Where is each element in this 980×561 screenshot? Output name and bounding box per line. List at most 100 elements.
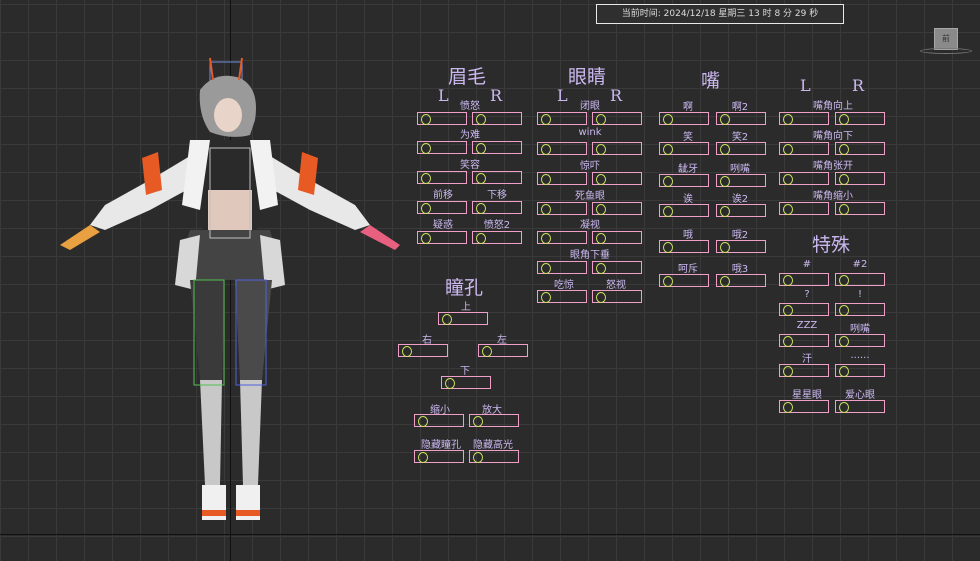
- eyes-control-slider[interactable]: [592, 290, 642, 303]
- eyebrows-title: 眉毛: [448, 66, 487, 88]
- mouth-control-slider[interactable]: [716, 142, 766, 155]
- mouth-control-slider[interactable]: [659, 142, 709, 155]
- mouth-control-slider[interactable]: [716, 174, 766, 187]
- eyebrows-L-label: L: [438, 86, 449, 105]
- eyes-L-label: L: [557, 86, 568, 105]
- mouth-label: 笑: [683, 132, 693, 143]
- character-model[interactable]: [50, 40, 420, 540]
- special-control-slider[interactable]: [835, 400, 885, 413]
- eyes-label: wink: [578, 127, 602, 138]
- eyes-control-slider[interactable]: [592, 231, 642, 244]
- view-cube-ring[interactable]: [920, 48, 972, 54]
- eyebrows-label: 疑惑: [433, 220, 453, 231]
- mouth-control-slider[interactable]: [659, 274, 709, 287]
- special-control-slider[interactable]: [779, 364, 829, 377]
- mouth_corners-control-slider[interactable]: [779, 172, 829, 185]
- eyebrows-control-slider[interactable]: [472, 231, 522, 244]
- mouth-label: 啊: [683, 102, 693, 113]
- eyes-control-slider[interactable]: [592, 142, 642, 155]
- eyes-label: 眼角下垂: [570, 250, 610, 261]
- eyes-control-slider[interactable]: [592, 261, 642, 274]
- mouth-label: 啊2: [731, 102, 749, 113]
- special-label: 汗: [802, 354, 812, 365]
- special-label: 爱心眼: [845, 390, 875, 401]
- mouth-control-slider[interactable]: [716, 112, 766, 125]
- eyebrows-control-slider[interactable]: [417, 112, 467, 125]
- special-control-slider[interactable]: [779, 400, 829, 413]
- eyebrows-control-slider[interactable]: [472, 112, 522, 125]
- special-label: ?: [804, 289, 810, 300]
- eyes-control-slider[interactable]: [537, 261, 587, 274]
- mouth-label: 哦3: [731, 264, 749, 275]
- mouth-corners-L-label: L: [800, 76, 811, 95]
- eyes-label: 吃惊: [554, 280, 574, 291]
- special-title: 特殊: [812, 234, 851, 256]
- eyes-control-slider[interactable]: [592, 172, 642, 185]
- eyes-control-slider[interactable]: [592, 202, 642, 215]
- mouth-corners-R-label: R: [852, 76, 865, 95]
- mouth_corners-control-slider[interactable]: [779, 202, 829, 215]
- special-control-slider[interactable]: [835, 273, 885, 286]
- mouth_corners-control-slider[interactable]: [835, 112, 885, 125]
- eyebrows-control-slider[interactable]: [472, 171, 522, 184]
- special-control-slider[interactable]: [835, 334, 885, 347]
- mouth-control-slider[interactable]: [659, 240, 709, 253]
- special-label: ......: [850, 350, 870, 361]
- mouth-title: 嘴: [701, 70, 721, 92]
- mouth_corners-label: 嘴角缩小: [813, 191, 853, 202]
- mouth-label: 诶2: [731, 194, 749, 205]
- pupils-control-slider[interactable]: [438, 312, 488, 325]
- eyes-control-slider[interactable]: [537, 290, 587, 303]
- eyebrows-control-slider[interactable]: [417, 171, 467, 184]
- eyebrows-control-slider[interactable]: [472, 201, 522, 214]
- pupils-control-slider[interactable]: [441, 376, 491, 389]
- mouth_corners-label: 嘴角向下: [813, 131, 853, 142]
- pupils-label: 下: [460, 366, 470, 377]
- pupils-label: 隐藏高光: [473, 440, 513, 451]
- eyebrows-control-slider[interactable]: [417, 201, 467, 214]
- pupils-control-slider[interactable]: [398, 344, 448, 357]
- mouth_corners-control-slider[interactable]: [779, 112, 829, 125]
- special-control-slider[interactable]: [779, 334, 829, 347]
- mouth-control-slider[interactable]: [659, 174, 709, 187]
- eyes-control-slider[interactable]: [537, 172, 587, 185]
- eyebrows-control-slider[interactable]: [417, 141, 467, 154]
- pupils-control-slider[interactable]: [414, 450, 464, 463]
- eyes-control-slider[interactable]: [592, 112, 642, 125]
- eyes-control-slider[interactable]: [537, 142, 587, 155]
- eyes-control-slider[interactable]: [537, 231, 587, 244]
- eyes-control-slider[interactable]: [537, 112, 587, 125]
- mouth_corners-control-slider[interactable]: [779, 142, 829, 155]
- special-label: #: [802, 259, 812, 270]
- eyebrows-label: 愤怒2: [483, 220, 511, 231]
- special-control-slider[interactable]: [779, 303, 829, 316]
- mouth-label: 哦: [683, 230, 693, 241]
- eyebrows-label: 愤怒: [460, 101, 480, 112]
- pupils-control-slider[interactable]: [469, 414, 519, 427]
- eyes-title: 眼睛: [568, 66, 607, 88]
- eyebrows-label: 下移: [487, 190, 507, 201]
- pupils-control-slider[interactable]: [478, 344, 528, 357]
- eyes-label: 惊吓: [580, 161, 600, 172]
- mouth_corners-control-slider[interactable]: [835, 202, 885, 215]
- mouth-control-slider[interactable]: [659, 112, 709, 125]
- pupils-control-slider[interactable]: [469, 450, 519, 463]
- eyebrows-label: 笑容: [460, 160, 480, 171]
- eyebrows-control-slider[interactable]: [417, 231, 467, 244]
- mouth_corners-control-slider[interactable]: [835, 172, 885, 185]
- special-control-slider[interactable]: [835, 303, 885, 316]
- view-cube-icon[interactable]: 前: [934, 28, 958, 50]
- pupils-title: 瞳孔: [445, 277, 484, 299]
- mouth-control-slider[interactable]: [716, 274, 766, 287]
- mouth-control-slider[interactable]: [716, 240, 766, 253]
- special-control-slider[interactable]: [835, 364, 885, 377]
- mouth-label: 呵斥: [678, 264, 698, 275]
- pupils-control-slider[interactable]: [414, 414, 464, 427]
- special-control-slider[interactable]: [779, 273, 829, 286]
- eyebrows-control-slider[interactable]: [472, 141, 522, 154]
- mouth-control-slider[interactable]: [716, 204, 766, 217]
- pupils-label: 隐藏瞳孔: [421, 440, 461, 451]
- eyes-control-slider[interactable]: [537, 202, 587, 215]
- mouth_corners-control-slider[interactable]: [835, 142, 885, 155]
- mouth-control-slider[interactable]: [659, 204, 709, 217]
